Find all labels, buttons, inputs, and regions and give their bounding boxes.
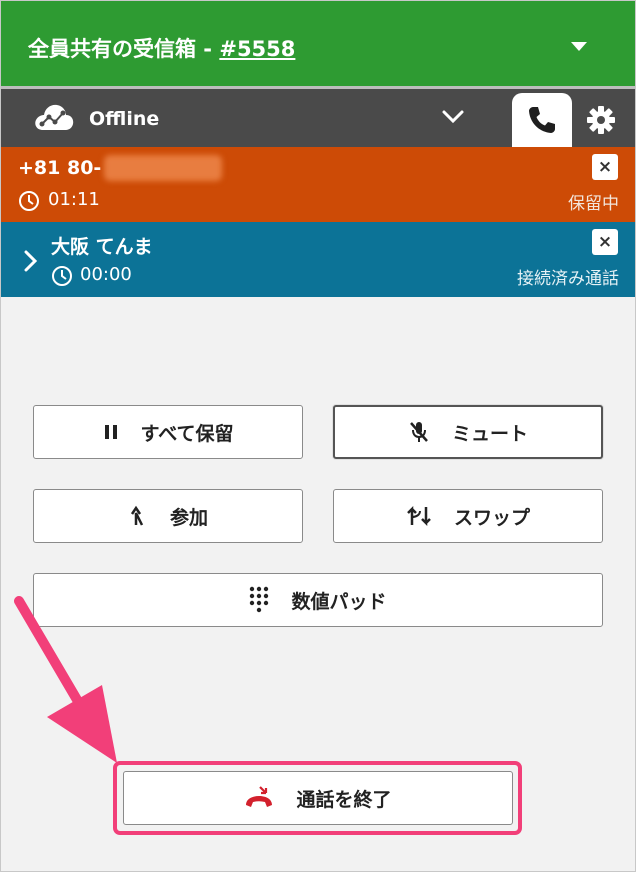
- end-call-label: 通話を終了: [296, 788, 392, 811]
- join-label: 参加: [169, 506, 208, 529]
- close-call-button[interactable]: ×: [592, 154, 618, 180]
- end-call-button[interactable]: 通話を終了: [123, 771, 513, 825]
- phone-icon: [529, 107, 555, 133]
- redacted-number: [104, 155, 222, 181]
- keypad-label: 数値パッド: [291, 590, 387, 613]
- header-bar: 全員共有の受信箱 - #5558: [1, 1, 635, 89]
- hang-up-icon: [244, 785, 274, 811]
- agent-status-label[interactable]: Offline: [89, 108, 159, 130]
- swap-label: スワップ: [453, 506, 530, 529]
- call-state: 保留中: [568, 194, 619, 214]
- mute-button[interactable]: ミュート: [333, 405, 603, 459]
- mic-off-icon: [408, 420, 430, 444]
- pause-icon: [103, 423, 119, 441]
- inbox-dropdown-caret-icon[interactable]: [571, 42, 587, 51]
- inbox-title: 全員共有の受信箱 - #5558: [28, 33, 295, 63]
- queue-link[interactable]: #5558: [219, 37, 295, 61]
- phone-tab[interactable]: [512, 93, 572, 147]
- swap-button[interactable]: スワップ: [333, 489, 603, 543]
- call-timer: 00:00: [80, 264, 132, 285]
- softphone-panel: 全員共有の受信箱 - #5558 Offline +81 80- 01:11 保…: [0, 0, 636, 872]
- call-card-connected[interactable]: 大阪 てんま 00:00 接続済み通話 ×: [1, 222, 635, 297]
- caller-number: +81 80-: [18, 157, 102, 179]
- gear-icon[interactable]: [586, 105, 616, 135]
- status-bar: Offline: [1, 89, 635, 147]
- mute-label: ミュート: [451, 422, 528, 445]
- chevron-right-icon[interactable]: [23, 249, 39, 273]
- caller-name: 大阪 てんま: [51, 236, 153, 258]
- pointer-arrow-icon: [14, 596, 117, 763]
- swap-icon: [406, 505, 432, 527]
- join-button[interactable]: 参加: [33, 489, 303, 543]
- call-timer: 01:11: [48, 189, 100, 210]
- dialpad-icon: [249, 586, 269, 614]
- clock-icon: [19, 191, 39, 211]
- hold-all-label: すべて保留: [140, 422, 234, 445]
- hold-all-button[interactable]: すべて保留: [33, 405, 303, 459]
- cloud-status-icon: [35, 104, 74, 130]
- merge-icon: [128, 505, 148, 527]
- close-call-button[interactable]: ×: [592, 229, 618, 255]
- inbox-name: 全員共有の受信箱 -: [28, 37, 220, 61]
- call-card-on-hold[interactable]: +81 80- 01:11 保留中 ×: [1, 147, 635, 222]
- call-state: 接続済み通話: [517, 269, 619, 289]
- chevron-down-icon[interactable]: [441, 109, 465, 125]
- clock-icon: [52, 266, 72, 286]
